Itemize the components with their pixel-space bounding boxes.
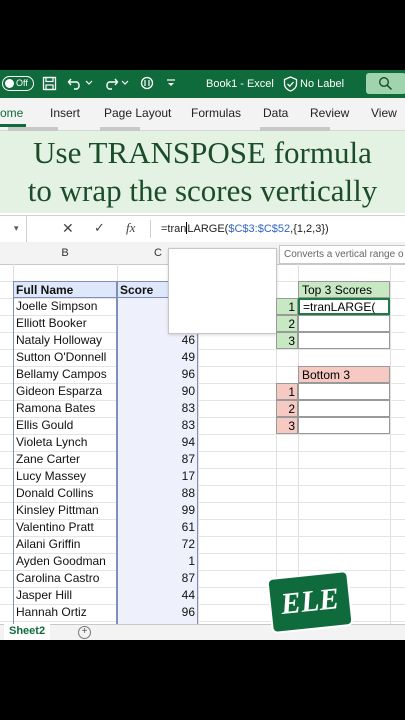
cell-name[interactable]: Hannah Ortiz (13, 604, 117, 621)
cell-score[interactable]: 1 (117, 553, 198, 570)
undo-dropdown-icon[interactable] (84, 74, 94, 92)
formula-function: LARGE( (187, 223, 229, 235)
header-full-name[interactable]: Full Name (13, 281, 117, 298)
cell-name[interactable]: Donald Collins (13, 485, 117, 502)
formula-bar: ▾ ✕ ✓ fx =tranLARGE($C$3:$C$52,{1,2,3}) (0, 215, 405, 243)
formula-bar-divider (150, 220, 151, 238)
tab-home[interactable]: ome (0, 106, 23, 120)
sensitivity-shield-icon[interactable] (281, 75, 299, 93)
caption-line-1: Use TRANSPOSE formula (33, 135, 372, 170)
cell-score[interactable]: 88 (117, 485, 198, 502)
enter-check-icon[interactable]: ✓ (94, 220, 105, 236)
cell-name[interactable]: Carolina Castro (13, 570, 117, 587)
bottom3-title[interactable]: Bottom 3 Scores (298, 366, 390, 399)
save-icon[interactable] (40, 74, 58, 92)
top3-value-active-cell[interactable]: =tranLARGE( (298, 298, 390, 315)
cell-name[interactable]: Ailani Griffin (13, 536, 117, 553)
excel-window: Off Book1 - Excel No Label ome Insert Pa… (0, 70, 405, 640)
window-title: Book1 - Excel (206, 78, 274, 90)
tab-data[interactable]: Data (263, 106, 288, 120)
formula-input[interactable]: =tranLARGE($C$3:$C$52,{1,2,3}) (161, 222, 329, 235)
ribbon-tabs: ome Insert Page Layout Formulas Data Rev… (0, 98, 405, 131)
bottom3-rank[interactable]: 2 (276, 400, 298, 417)
caption-line-2: to wrap the scores vertically (27, 173, 378, 208)
cell-name[interactable]: Lucy Massey (13, 468, 117, 485)
top3-rank[interactable]: 1 (276, 298, 298, 315)
ele-logo-text: ELE (279, 582, 341, 621)
formula-typed: =tran (161, 223, 187, 235)
cancel-icon[interactable]: ✕ (62, 220, 74, 237)
cell-name[interactable]: Jasper Hill (13, 587, 117, 604)
cell-name[interactable]: Ramona Bates (13, 400, 117, 417)
cell-score[interactable]: 49 (117, 349, 198, 366)
search-icon (378, 76, 393, 91)
cell-name[interactable]: Kinsley Pittman (13, 502, 117, 519)
bottom3-rank[interactable]: 1 (276, 383, 298, 400)
cell-score[interactable]: 94 (117, 434, 198, 451)
title-bar: Off Book1 - Excel No Label (0, 70, 405, 98)
cell-score[interactable]: 90 (117, 383, 198, 400)
formula-args: ,{1,2,3}) (290, 223, 329, 235)
cell-score[interactable]: 83 (117, 400, 198, 417)
name-box[interactable]: ▾ (0, 216, 27, 242)
cell-score[interactable]: 44 (117, 587, 198, 604)
caption-banner: Use TRANSPOSE formula to wrap the scores… (0, 131, 405, 213)
name-box-dropdown-icon[interactable]: ▾ (14, 223, 19, 234)
bottom3-value[interactable] (298, 417, 390, 434)
cell-score[interactable]: 61 (117, 519, 198, 536)
ele-logo: ELE (266, 569, 354, 635)
search-box[interactable] (366, 73, 405, 94)
tab-page-layout[interactable]: Page Layout (104, 106, 171, 120)
autosave-toggle[interactable]: Off (2, 76, 34, 91)
cell-score[interactable]: 17 (117, 468, 198, 485)
cell-score[interactable]: 46 (117, 332, 198, 349)
cell-name[interactable]: Valentino Pratt (13, 519, 117, 536)
tab-review[interactable]: Review (310, 106, 349, 120)
format-painter-icon[interactable] (138, 74, 156, 92)
tab-view[interactable]: View (371, 106, 397, 120)
top3-value[interactable] (298, 315, 390, 332)
function-tooltip: Converts a vertical range o (279, 245, 405, 264)
undo-icon[interactable] (66, 74, 84, 92)
autocomplete-popup[interactable] (168, 248, 277, 334)
cell-name[interactable]: Sutton O'Donnell (13, 349, 117, 366)
column-header-b[interactable]: B (13, 242, 117, 264)
cell-score[interactable]: 96 (117, 366, 198, 383)
bottom3-value[interactable] (298, 383, 390, 400)
cell-name[interactable]: Violeta Lynch (13, 434, 117, 451)
cell-score[interactable]: 87 (117, 570, 198, 587)
top3-rank[interactable]: 2 (276, 315, 298, 332)
cell-score[interactable]: 96 (117, 604, 198, 621)
bottom3-value[interactable] (298, 400, 390, 417)
top3-title[interactable]: Top 3 Scores (298, 281, 390, 298)
cell-score[interactable]: 87 (117, 451, 198, 468)
cell-name[interactable]: Nataly Holloway (13, 332, 117, 349)
cell-name[interactable]: Joelle Simpson (13, 298, 117, 315)
top3-value[interactable] (298, 332, 390, 349)
cell-name[interactable]: Bellamy Campos (13, 366, 117, 383)
cell-score[interactable]: 83 (117, 417, 198, 434)
cell-name[interactable]: Ayden Goodman (13, 553, 117, 570)
insert-function-icon[interactable]: fx (126, 220, 135, 236)
tab-formulas[interactable]: Formulas (191, 106, 241, 120)
redo-icon[interactable] (102, 74, 120, 92)
add-sheet-icon[interactable]: + (78, 626, 91, 639)
autosave-toggle-label: Off (16, 78, 28, 88)
customize-toolbar-icon[interactable] (162, 74, 180, 92)
cell-name[interactable]: Zane Carter (13, 451, 117, 468)
cell-name[interactable]: Gideon Esparza (13, 383, 117, 400)
bottom3-rank[interactable]: 3 (276, 417, 298, 434)
sensitivity-label[interactable]: No Label (300, 70, 344, 98)
cell-score[interactable]: 72 (117, 536, 198, 553)
top3-rank[interactable]: 3 (276, 332, 298, 349)
tab-insert[interactable]: Insert (50, 106, 80, 120)
cell-score[interactable]: 99 (117, 502, 198, 519)
formula-range-ref: $C$3:$C$52 (228, 223, 291, 235)
toggle-knob (5, 79, 14, 88)
cell-name[interactable]: Elliott Booker (13, 315, 117, 332)
redo-dropdown-icon[interactable] (120, 74, 130, 92)
cell-name[interactable]: Ellis Gould (13, 417, 117, 434)
sheet-tab-sheet2[interactable]: Sheet2 (4, 624, 51, 640)
